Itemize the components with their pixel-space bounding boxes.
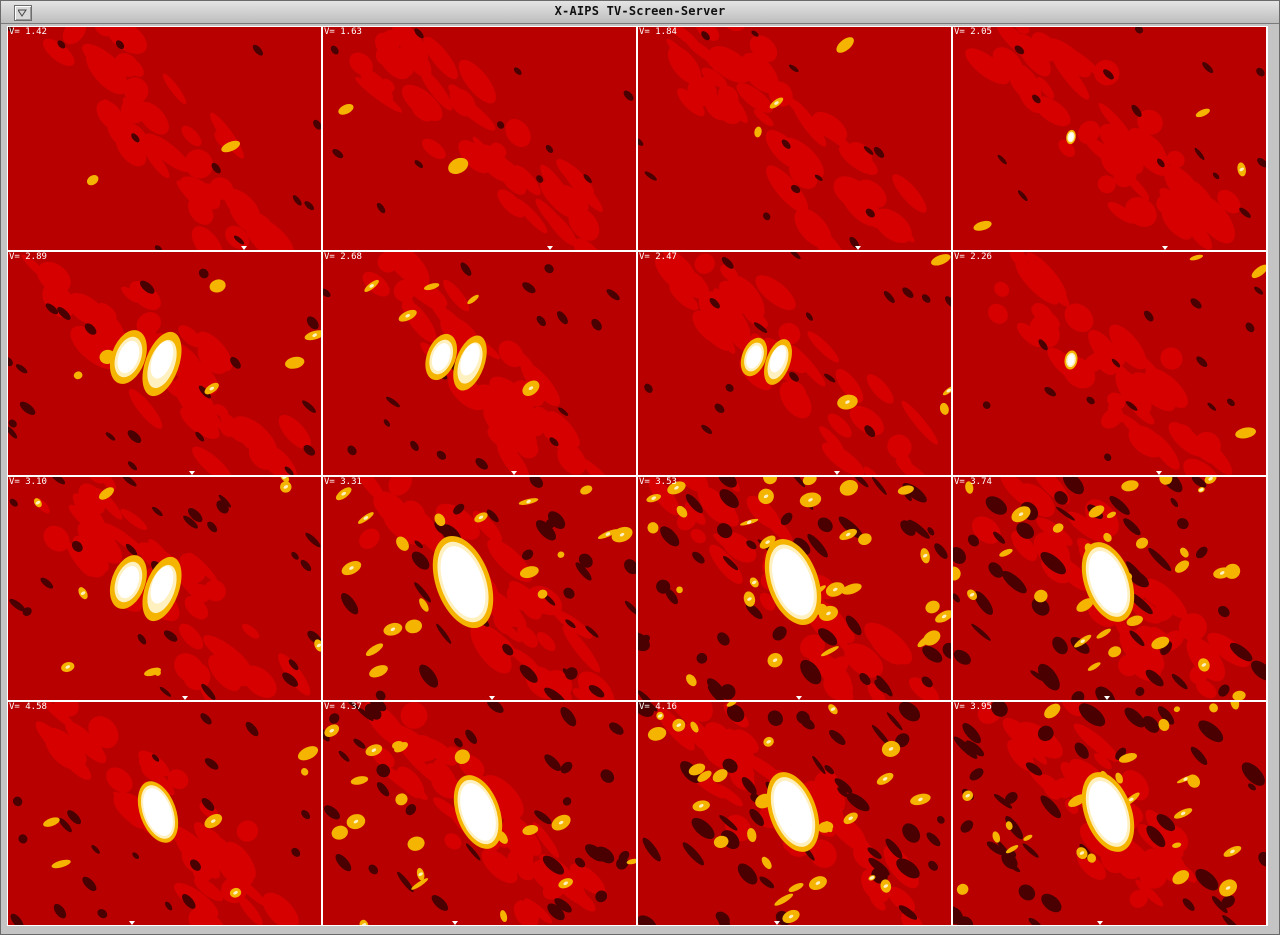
channel-panel: V= 1.42 [8,27,321,250]
channel-panel: V= 4.58 [8,702,321,925]
channel-panel: V= 4.16 [638,702,951,925]
cursor-marker [774,921,780,925]
velocity-label: V= 1.42 [9,27,47,37]
velocity-label: V= 4.16 [639,702,677,712]
cursor-marker [834,471,840,475]
channel-map-image [335,477,636,700]
channel-map-image [638,477,951,700]
channel-panel: V= 2.68 [323,252,636,475]
cursor-marker [547,246,553,250]
velocity-label: V= 2.05 [954,27,992,37]
channel-map-image [330,27,634,250]
channel-map-image [644,252,951,475]
velocity-label: V= 2.89 [9,252,47,262]
channel-map-image [9,477,321,700]
channel-map-image [323,252,620,475]
channel-panel: V= 3.10 [8,477,321,700]
channel-map-image [638,702,945,925]
velocity-label: V= 3.10 [9,477,47,487]
channel-map-image [8,27,321,250]
aips-tv-window: X-AIPS TV-Screen-Server V= 1.42 V= 1.63 … [0,0,1280,935]
channel-map-image [8,254,321,475]
channel-panel: V= 3.95 [953,702,1266,925]
channel-panel: V= 2.26 [953,252,1266,475]
channel-panel: V= 3.31 [323,477,636,700]
channel-panel: V= 2.89 [8,252,321,475]
velocity-label: V= 3.53 [639,477,677,487]
cursor-marker [1162,246,1168,250]
channel-map-image [953,702,1266,925]
velocity-label: V= 4.37 [324,702,362,712]
tv-screen[interactable]: V= 1.42 V= 1.63 V= 1.84 V= 2.05 V= 2.89 … [7,26,1268,926]
channel-panel: V= 1.84 [638,27,951,250]
velocity-label: V= 2.47 [639,252,677,262]
channel-map-image [965,27,1266,250]
cursor-marker [489,696,495,700]
channel-map-image [982,252,1266,475]
velocity-label: V= 3.95 [954,702,992,712]
channel-panel: V= 3.74 [953,477,1266,700]
channel-panel: V= 4.37 [323,702,636,925]
cursor-marker [129,921,135,925]
cursor-marker [1156,471,1162,475]
cursor-marker [1097,921,1103,925]
channel-panel: V= 1.63 [323,27,636,250]
velocity-label: V= 4.58 [9,702,47,712]
channel-map-image [953,477,1266,700]
velocity-label: V= 3.31 [324,477,362,487]
cursor-marker [855,246,861,250]
cursor-marker [182,696,188,700]
cursor-marker [241,246,247,250]
velocity-label: V= 3.74 [954,477,992,487]
channel-panel: V= 3.53 [638,477,951,700]
cursor-marker [796,696,802,700]
channel-map-image [638,27,927,250]
title-bar[interactable]: X-AIPS TV-Screen-Server [1,1,1279,24]
velocity-label: V= 2.68 [324,252,362,262]
channel-map-image [10,702,319,925]
cursor-marker [452,921,458,925]
window-title: X-AIPS TV-Screen-Server [554,4,726,18]
velocity-label: V= 1.63 [324,27,362,37]
velocity-label: V= 1.84 [639,27,677,37]
channel-panel: V= 2.05 [953,27,1266,250]
channel-panel: V= 2.47 [638,252,951,475]
cursor-marker [189,471,195,475]
velocity-label: V= 2.26 [954,252,992,262]
cursor-marker [1104,696,1110,700]
cursor-marker [511,471,517,475]
channel-map-image [323,702,636,925]
